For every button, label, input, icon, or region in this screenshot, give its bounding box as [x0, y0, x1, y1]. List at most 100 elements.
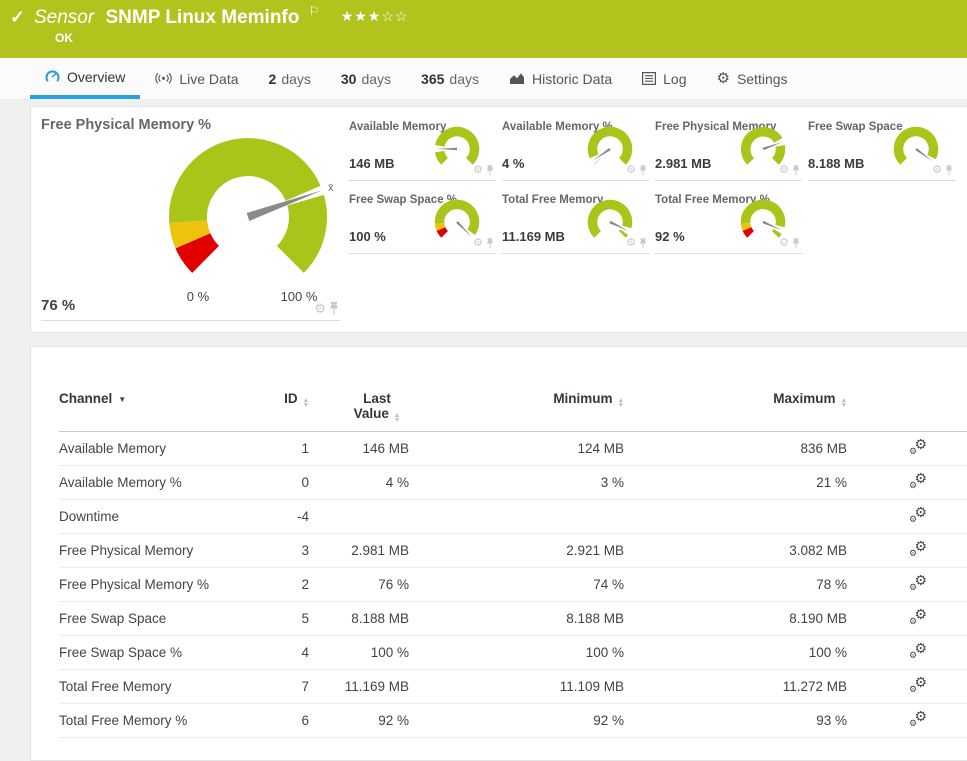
priority-flag-icon[interactable]: ⚐: [309, 4, 320, 18]
channel-settings-gears-icon[interactable]: ⚙ ⚙: [909, 471, 927, 490]
cell-id: -4: [259, 499, 309, 534]
cell-last-value: 2.981 MB: [309, 533, 409, 568]
broadcast-icon: [155, 72, 173, 85]
gear-icon[interactable]: ⚙: [932, 165, 942, 176]
small-gauge-cell[interactable]: Available Memory % 4 % ⚙: [502, 114, 649, 181]
gear-icon[interactable]: ⚙: [314, 302, 326, 315]
cell-last-value: 8.188 MB: [309, 601, 409, 636]
gear-icon[interactable]: ⚙: [779, 238, 789, 249]
gauges-panel: Free Physical Memory % x̄ 0 % 100 % 76 %…: [30, 106, 967, 333]
channel-settings-gears-icon[interactable]: ⚙ ⚙: [909, 709, 927, 728]
cell-last-value: [309, 499, 409, 534]
channel-settings-gears-icon[interactable]: ⚙ ⚙: [909, 607, 927, 626]
small-gauge-cell[interactable]: Total Free Memory 11.169 MB ⚙: [502, 187, 649, 254]
cell-channel[interactable]: Free Physical Memory %: [59, 567, 259, 602]
table-row[interactable]: Free Physical Memory 3 2.981 MB 2.921 MB…: [59, 533, 967, 568]
tab-settings[interactable]: ⚙ Settings: [701, 58, 802, 99]
channel-table: Channel ▼ ID ▲ ▼ Last Value ▲ ▼ Minimum ▲ ▼ Max…: [59, 391, 967, 738]
cell-minimum: 8.188 MB: [409, 601, 624, 636]
channel-settings-gears-icon[interactable]: ⚙ ⚙: [909, 641, 927, 660]
sort-icon: ▲ ▼: [393, 412, 401, 424]
table-row[interactable]: Total Free Memory % 6 92 % 92 % 93 % ⚙ ⚙: [59, 703, 967, 738]
cell-actions: ⚙ ⚙: [847, 533, 967, 568]
gear-icon[interactable]: ⚙: [626, 165, 636, 176]
small-gauge-cell[interactable]: Free Swap Space % 100 % ⚙: [349, 187, 496, 254]
tab-historic-data[interactable]: Historic Data: [494, 58, 627, 99]
table-row[interactable]: Available Memory 1 146 MB 124 MB 836 MB …: [59, 431, 967, 466]
cell-channel[interactable]: Free Physical Memory: [59, 533, 259, 568]
pin-icon[interactable]: [945, 165, 953, 176]
table-row[interactable]: Free Swap Space % 4 100 % 100 % 100 % ⚙ ⚙: [59, 635, 967, 670]
small-gauge-value: 8.188 MB: [808, 156, 865, 171]
pin-icon[interactable]: [639, 238, 647, 249]
pin-icon[interactable]: [639, 165, 647, 176]
gear-icon[interactable]: ⚙: [626, 238, 636, 249]
main-gauge-value: 76 %: [41, 297, 76, 314]
channel-settings-gears-icon[interactable]: ⚙ ⚙: [909, 539, 927, 558]
tab-overview[interactable]: Overview: [30, 58, 141, 99]
area-chart-icon: [509, 72, 525, 85]
pin-icon[interactable]: [792, 165, 800, 176]
small-gauge-cell[interactable]: Available Memory 146 MB ⚙: [349, 114, 496, 181]
cell-minimum: 11.109 MB: [409, 669, 624, 704]
cell-channel[interactable]: Free Swap Space: [59, 601, 259, 636]
column-header-minimum[interactable]: Minimum ▲ ▼: [409, 391, 624, 432]
cell-channel[interactable]: Free Swap Space %: [59, 635, 259, 670]
small-gauge-cell[interactable]: Total Free Memory % 92 % ⚙: [655, 187, 802, 254]
channel-table-panel: Channel ▼ ID ▲ ▼ Last Value ▲ ▼ Minimum ▲ ▼ Max…: [30, 346, 967, 761]
table-row[interactable]: Free Swap Space 5 8.188 MB 8.188 MB 8.19…: [59, 601, 967, 636]
tab-label: Live Data: [179, 70, 239, 87]
cell-maximum: 78 %: [624, 567, 847, 602]
channel-settings-gears-icon[interactable]: ⚙ ⚙: [909, 675, 927, 694]
gear-icon[interactable]: ⚙: [779, 165, 789, 176]
pin-icon[interactable]: [792, 238, 800, 249]
column-header-last-value[interactable]: Last Value ▲ ▼: [309, 391, 409, 432]
channel-settings-gears-icon[interactable]: ⚙ ⚙: [909, 505, 927, 524]
sort-icon: ▲ ▼: [617, 397, 624, 409]
star-rating[interactable]: ★★★☆☆: [341, 8, 409, 24]
table-row[interactable]: Free Physical Memory % 2 76 % 74 % 78 % …: [59, 567, 967, 602]
channel-settings-gears-icon[interactable]: ⚙ ⚙: [909, 437, 927, 456]
tab-label: Historic Data: [531, 70, 613, 87]
column-header-actions: [847, 391, 967, 432]
cell-maximum: 836 MB: [624, 431, 847, 466]
cell-id: 4: [259, 635, 309, 670]
gear-icon[interactable]: ⚙: [473, 165, 483, 176]
tab-365-days[interactable]: 365 days: [406, 58, 494, 99]
table-row[interactable]: Total Free Memory 7 11.169 MB 11.109 MB …: [59, 669, 967, 704]
tab-2-days[interactable]: 2 days: [254, 58, 326, 99]
tab-30-days[interactable]: 30 days: [326, 58, 406, 99]
column-header-id[interactable]: ID ▲ ▼: [259, 391, 309, 432]
cell-maximum: 100 %: [624, 635, 847, 670]
channel-settings-gears-icon[interactable]: ⚙ ⚙: [909, 573, 927, 592]
cell-maximum: 93 %: [624, 703, 847, 738]
cell-channel[interactable]: Available Memory %: [59, 465, 259, 500]
main-gauge-chart: x̄: [169, 138, 334, 273]
cell-last-value: 146 MB: [309, 431, 409, 466]
pin-icon[interactable]: [486, 238, 494, 249]
cell-actions: ⚙ ⚙: [847, 499, 967, 534]
cell-channel[interactable]: Downtime: [59, 499, 259, 534]
column-header-maximum[interactable]: Maximum ▲ ▼: [624, 391, 847, 432]
small-gauge-cell[interactable]: Free Physical Memory 2.981 MB ⚙: [655, 114, 802, 181]
svg-text:x̄: x̄: [328, 182, 334, 194]
column-header-channel[interactable]: Channel ▼: [59, 391, 259, 432]
cell-id: 5: [259, 601, 309, 636]
tab-log[interactable]: Log: [627, 58, 701, 99]
small-gauge-cell[interactable]: Free Swap Space 8.188 MB ⚙: [808, 114, 955, 181]
table-row[interactable]: Downtime -4 ⚙ ⚙: [59, 499, 967, 534]
cell-channel[interactable]: Total Free Memory %: [59, 703, 259, 738]
tab-live-data[interactable]: Live Data: [140, 58, 253, 99]
pin-icon[interactable]: [486, 165, 494, 176]
pin-icon[interactable]: [329, 302, 339, 315]
cell-channel[interactable]: Available Memory: [59, 431, 259, 466]
sort-icon: ▲ ▼: [840, 397, 847, 409]
cell-channel[interactable]: Total Free Memory: [59, 669, 259, 704]
table-header-row: Channel ▼ ID ▲ ▼ Last Value ▲ ▼ Minimum ▲ ▼ Max…: [59, 391, 967, 432]
sensor-title: SNMP Linux Meminfo: [105, 7, 300, 28]
cell-actions: ⚙ ⚙: [847, 465, 967, 500]
small-gauge-value: 11.169 MB: [502, 229, 565, 244]
table-row[interactable]: Available Memory % 0 4 % 3 % 21 % ⚙ ⚙: [59, 465, 967, 500]
main-gauge-cell[interactable]: Free Physical Memory % x̄ 0 % 100 % 76 %…: [41, 107, 341, 321]
gear-icon[interactable]: ⚙: [473, 238, 483, 249]
